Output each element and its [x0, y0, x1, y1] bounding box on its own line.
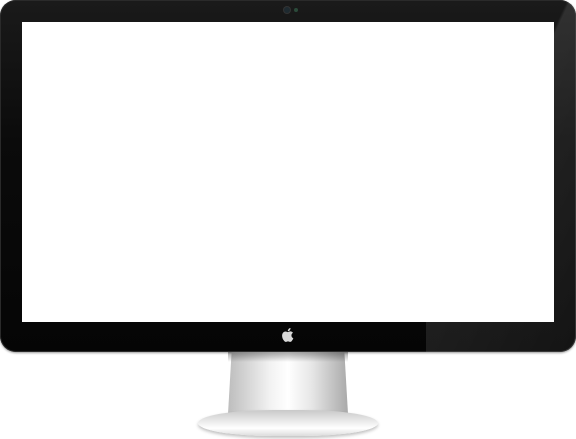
camera-icon — [284, 7, 290, 13]
monitor-mockup — [0, 0, 576, 439]
apple-logo-icon — [282, 328, 294, 342]
camera-led-icon — [294, 8, 298, 12]
monitor-stand-base — [198, 410, 378, 436]
stand-shadow — [228, 352, 348, 362]
monitor-screen — [22, 22, 554, 322]
monitor-bezel — [0, 0, 576, 352]
